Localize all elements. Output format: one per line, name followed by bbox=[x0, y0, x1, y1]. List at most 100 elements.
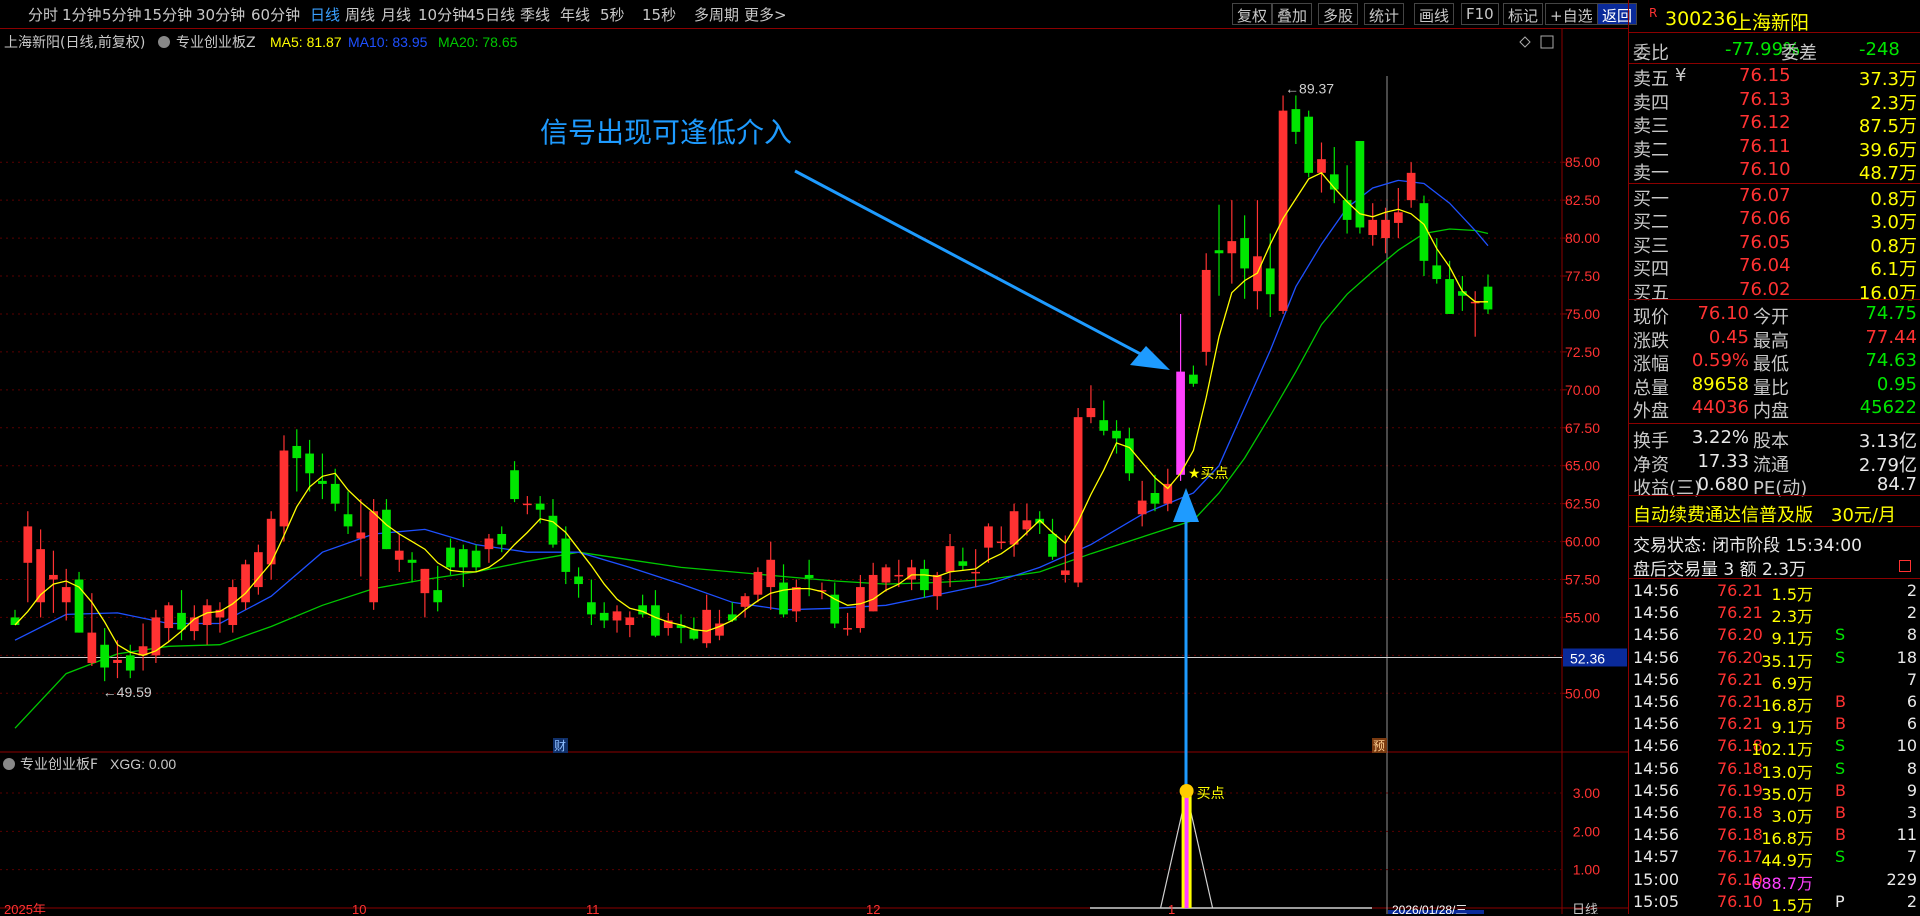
candle[interactable] bbox=[1406, 162, 1416, 208]
candle[interactable] bbox=[830, 582, 840, 629]
period-tab-3[interactable]: 15分钟 bbox=[143, 4, 192, 25]
candle[interactable] bbox=[932, 571, 942, 610]
candle[interactable] bbox=[1432, 238, 1442, 284]
candle[interactable] bbox=[254, 544, 263, 595]
period-tab-7[interactable]: 周线 bbox=[345, 4, 375, 25]
candle[interactable] bbox=[727, 602, 737, 622]
candle[interactable] bbox=[868, 562, 878, 612]
candle[interactable] bbox=[151, 609, 161, 663]
candle[interactable] bbox=[471, 544, 481, 572]
period-tab-16[interactable]: 更多> bbox=[744, 4, 787, 25]
candle[interactable] bbox=[753, 567, 763, 603]
toolbar-button-6[interactable]: 标记 bbox=[1503, 3, 1544, 25]
candle[interactable] bbox=[804, 559, 814, 597]
candle[interactable] bbox=[407, 552, 417, 583]
bid-row[interactable]: 买一 76.07 0.8万 bbox=[1629, 184, 1920, 210]
candle[interactable] bbox=[1201, 253, 1211, 366]
candle[interactable] bbox=[663, 612, 673, 636]
candle[interactable] bbox=[1445, 260, 1454, 314]
toolbar-button-7[interactable]: +自选 bbox=[1545, 3, 1598, 25]
candle[interactable] bbox=[1317, 142, 1326, 193]
candle[interactable] bbox=[1368, 203, 1378, 246]
candle[interactable] bbox=[1214, 204, 1224, 296]
candle[interactable] bbox=[1240, 215, 1249, 299]
ask-row[interactable]: 卖三 76.12 87.5万 bbox=[1629, 111, 1920, 137]
candle[interactable] bbox=[1470, 291, 1480, 337]
sub-indicator-dropdown-icon[interactable] bbox=[3, 758, 15, 770]
candle[interactable] bbox=[10, 609, 20, 626]
candle[interactable] bbox=[215, 602, 225, 633]
candle[interactable] bbox=[292, 429, 302, 492]
candle[interactable] bbox=[330, 468, 340, 512]
candle[interactable] bbox=[1227, 200, 1237, 284]
panel-toggle-icon[interactable] bbox=[1540, 35, 1554, 49]
bid-row[interactable]: 买五 76.02 16.0万 bbox=[1629, 278, 1920, 304]
candle[interactable] bbox=[996, 526, 1006, 550]
calendar-icon[interactable] bbox=[1899, 560, 1911, 572]
promo-row[interactable]: 自动续费通达信普及版 30元/月 bbox=[1629, 500, 1920, 526]
candle[interactable] bbox=[484, 533, 494, 563]
period-tab-1[interactable]: 1分钟 bbox=[62, 4, 102, 25]
period-tab-0[interactable]: 分时 bbox=[28, 4, 58, 25]
candle[interactable] bbox=[1086, 385, 1096, 424]
candle[interactable] bbox=[1048, 518, 1057, 560]
period-tab-11[interactable]: 季线 bbox=[520, 4, 550, 25]
candle[interactable] bbox=[1073, 408, 1083, 588]
candle[interactable] bbox=[984, 523, 993, 563]
candle[interactable] bbox=[279, 435, 289, 542]
candle[interactable] bbox=[612, 605, 622, 633]
candle[interactable] bbox=[49, 550, 58, 613]
period-tab-14[interactable]: 15秒 bbox=[642, 4, 676, 25]
candle[interactable] bbox=[36, 529, 45, 618]
candle[interactable] bbox=[599, 602, 609, 629]
period-tab-6[interactable]: 日线 bbox=[310, 4, 340, 25]
candle[interactable] bbox=[241, 559, 250, 610]
candle[interactable] bbox=[548, 499, 558, 548]
candle[interactable] bbox=[522, 496, 532, 515]
candle[interactable] bbox=[1329, 147, 1339, 204]
toolbar-button-2[interactable]: 多股 bbox=[1318, 3, 1359, 25]
candle[interactable] bbox=[266, 511, 276, 580]
period-tab-2[interactable]: 5分钟 bbox=[102, 4, 142, 25]
candle[interactable] bbox=[958, 547, 968, 571]
period-tab-4[interactable]: 30分钟 bbox=[196, 4, 245, 25]
period-tab-15[interactable]: 多周期 bbox=[694, 4, 739, 25]
candle[interactable] bbox=[1278, 95, 1288, 314]
candle[interactable] bbox=[1099, 400, 1109, 436]
period-tab-13[interactable]: 5秒 bbox=[600, 4, 625, 25]
toolbar-button-0[interactable]: 复权 bbox=[1232, 3, 1273, 25]
bid-row[interactable]: 买三 76.05 0.8万 bbox=[1629, 231, 1920, 257]
candle[interactable] bbox=[1137, 480, 1147, 527]
candle[interactable] bbox=[1393, 188, 1403, 239]
candle[interactable] bbox=[702, 594, 712, 648]
candle[interactable] bbox=[1419, 195, 1429, 277]
candle[interactable] bbox=[1355, 140, 1365, 234]
candle[interactable] bbox=[394, 533, 404, 572]
candle[interactable] bbox=[1483, 274, 1493, 314]
candle[interactable] bbox=[23, 511, 33, 603]
candle[interactable] bbox=[1022, 503, 1032, 536]
candle[interactable] bbox=[971, 549, 981, 588]
candle[interactable] bbox=[138, 623, 148, 671]
bid-row[interactable]: 买四 76.04 6.1万 bbox=[1629, 254, 1920, 280]
candle[interactable] bbox=[202, 599, 212, 645]
period-tab-9[interactable]: 10分钟 bbox=[418, 4, 467, 25]
toolbar-button-1[interactable]: 叠加 bbox=[1272, 3, 1313, 25]
candle[interactable] bbox=[1253, 200, 1262, 310]
candle[interactable] bbox=[61, 568, 71, 621]
candle[interactable] bbox=[1176, 313, 1185, 481]
toolbar-button-3[interactable]: 统计 bbox=[1364, 3, 1405, 25]
ask-row[interactable]: 卖一 76.10 48.7万 bbox=[1629, 158, 1920, 184]
toolbar-button-5[interactable]: F10 bbox=[1461, 3, 1499, 25]
candle[interactable] bbox=[740, 593, 750, 618]
candle[interactable] bbox=[638, 594, 647, 618]
candle[interactable] bbox=[74, 571, 84, 633]
candle[interactable] bbox=[945, 533, 955, 588]
period-tab-5[interactable]: 60分钟 bbox=[251, 4, 300, 25]
candle[interactable] bbox=[791, 579, 801, 622]
candle[interactable] bbox=[1009, 503, 1019, 557]
candle[interactable] bbox=[574, 567, 583, 598]
candle[interactable] bbox=[1125, 427, 1134, 481]
candle[interactable] bbox=[87, 593, 97, 666]
bid-row[interactable]: 买二 76.06 3.0万 bbox=[1629, 207, 1920, 233]
